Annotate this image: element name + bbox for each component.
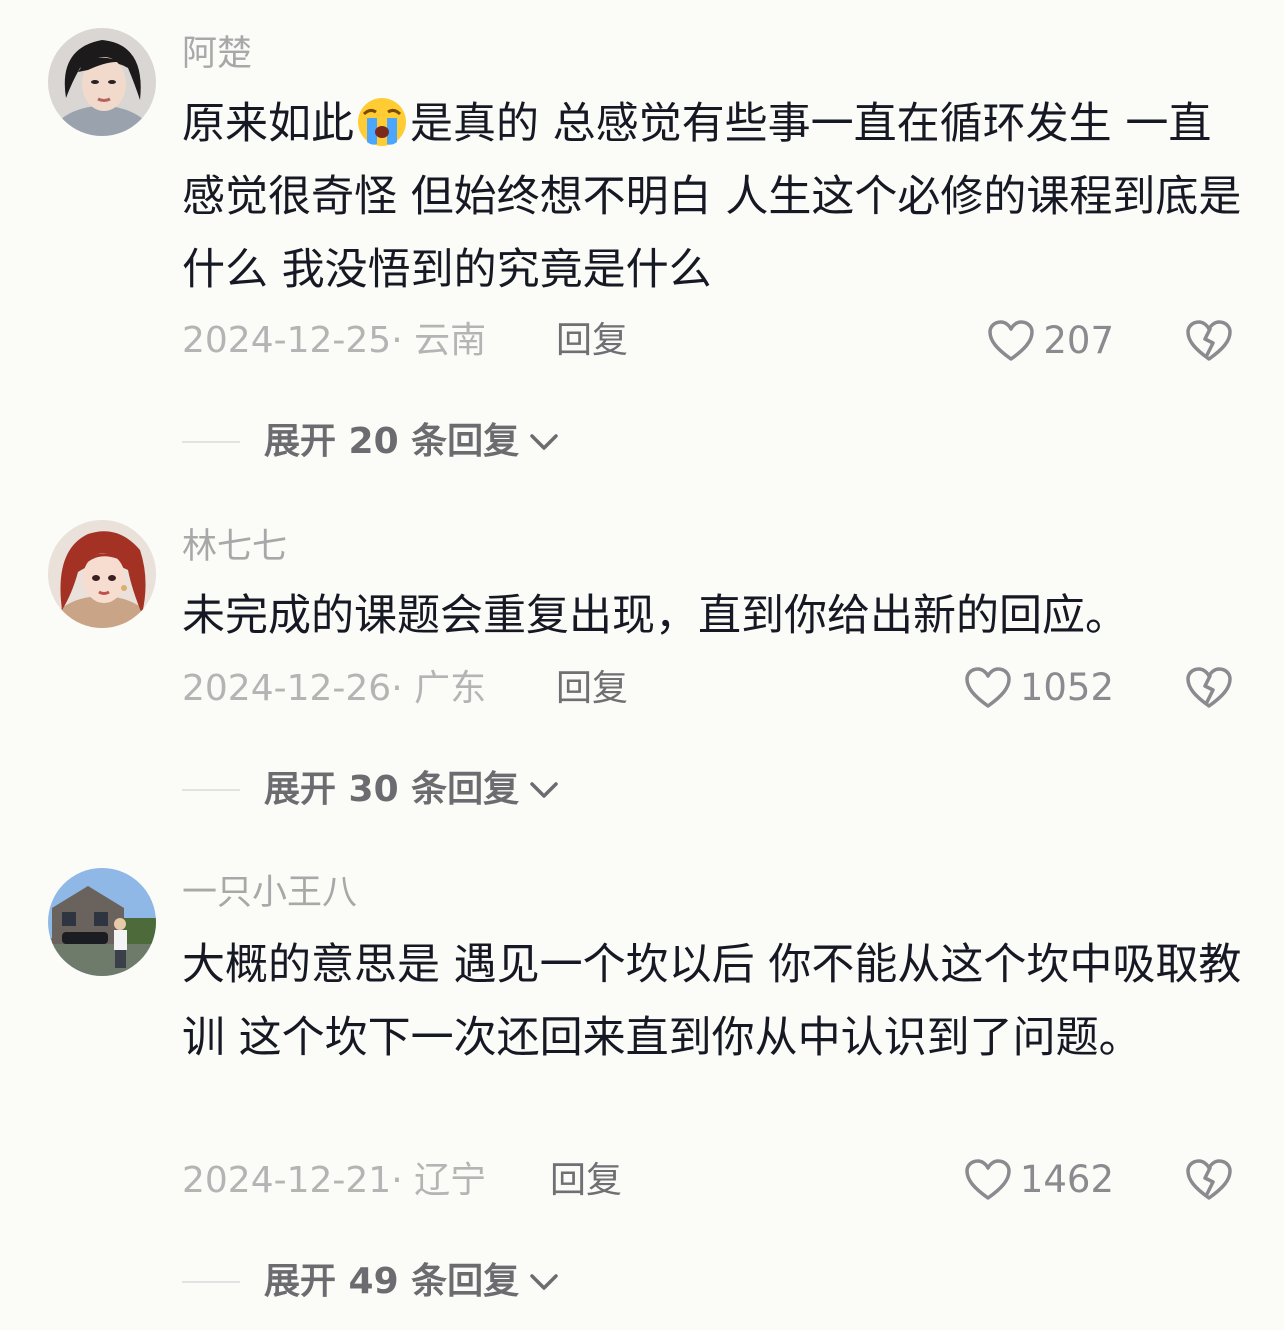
- comment-location: 云南: [414, 320, 487, 361]
- username[interactable]: 林七七: [182, 527, 287, 567]
- comment-date: 2024-12-21: [182, 1160, 392, 1201]
- like-button[interactable]: 1052: [964, 666, 1114, 710]
- comment-text: 原来如此 是真的 总感觉有些事一直在循环发生 一直感觉很奇怪 但始终想不明白 人…: [182, 88, 1242, 307]
- heart-outline-icon: [988, 320, 1035, 361]
- comment-meta: 2024-12-21· 辽宁: [182, 1161, 486, 1201]
- expand-replies-button[interactable]: 展开 30 条回复: [182, 770, 561, 810]
- expand-replies-label: 展开 20 条回复: [264, 421, 520, 462]
- expand-replies-button[interactable]: 展开 49 条回复: [182, 1262, 561, 1302]
- comment-text-part: 原来如此: [182, 99, 354, 149]
- like-count: 207: [1043, 319, 1114, 362]
- username[interactable]: 阿楚: [182, 34, 252, 74]
- chevron-down-icon: [530, 434, 558, 450]
- chevron-down-icon: [530, 1274, 558, 1290]
- avatar[interactable]: [48, 868, 156, 976]
- broken-heart-icon[interactable]: [1186, 666, 1232, 710]
- comment-date: 2024-12-26: [182, 668, 392, 709]
- comment-text: 未完成的课题会重复出现，直到你给出新的回应。: [182, 591, 1128, 641]
- reply-button[interactable]: 回复: [550, 1161, 622, 1201]
- divider: [182, 1281, 240, 1283]
- reply-button[interactable]: 回复: [556, 321, 628, 361]
- comment-location: 辽宁: [414, 1160, 487, 1201]
- divider: [182, 441, 240, 443]
- broken-heart-icon[interactable]: [1186, 319, 1232, 363]
- crying-face-emoji: [358, 98, 406, 146]
- chevron-down-icon: [530, 782, 558, 798]
- divider: [182, 789, 240, 791]
- meta-separator: ·: [391, 1160, 415, 1201]
- comment-date: 2024-12-25: [182, 320, 392, 361]
- like-button[interactable]: 207: [987, 319, 1114, 363]
- meta-separator: ·: [391, 320, 415, 361]
- broken-heart-icon[interactable]: [1186, 1158, 1232, 1202]
- like-count: 1052: [1019, 666, 1114, 709]
- comment-text: 大概的意思是 遇见一个坎以后 你不能从这个坎中吸取教训 这个坎下一次还回来直到你…: [182, 940, 1242, 1063]
- expand-replies-label: 展开 49 条回复: [264, 1261, 520, 1302]
- comment-location: 广东: [414, 668, 487, 709]
- meta-separator: ·: [391, 668, 415, 709]
- like-count: 1462: [1019, 1158, 1114, 1201]
- comment-meta: 2024-12-25· 云南: [182, 321, 486, 361]
- reply-button[interactable]: 回复: [556, 669, 628, 709]
- username[interactable]: 一只小王八: [182, 873, 357, 913]
- avatar[interactable]: [48, 28, 156, 136]
- heart-outline-icon: [965, 667, 1011, 708]
- comment-meta: 2024-12-26· 广东: [182, 669, 486, 709]
- like-button[interactable]: 1462: [964, 1158, 1114, 1202]
- avatar[interactable]: [48, 520, 156, 628]
- expand-replies-button[interactable]: 展开 20 条回复: [182, 422, 561, 462]
- heart-outline-icon: [965, 1159, 1011, 1200]
- expand-replies-label: 展开 30 条回复: [264, 769, 520, 810]
